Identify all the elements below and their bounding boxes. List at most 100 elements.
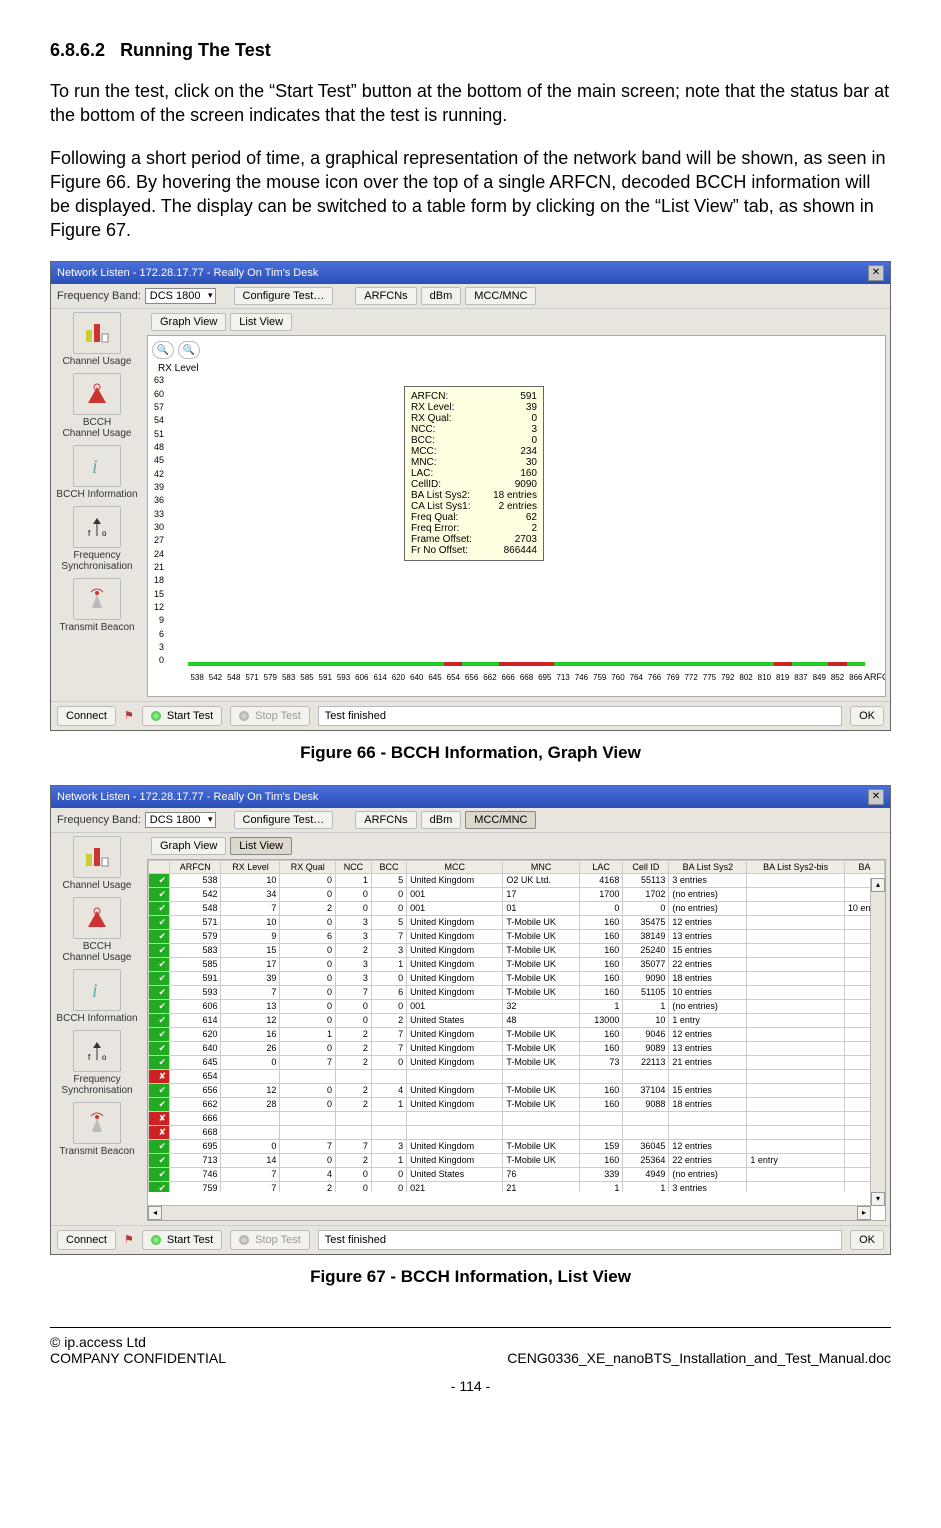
table-row[interactable]: ✔61412002United States4813000101 entry	[149, 1013, 885, 1027]
sidebar-item-channel-usage[interactable]: Channel Usage	[53, 836, 141, 891]
sidebar-item-bcch-information[interactable]: iBCCH Information	[53, 445, 141, 500]
x-label: 810	[755, 673, 773, 682]
table-row[interactable]: ✔7467400United States763394949(no entrie…	[149, 1167, 885, 1181]
column-header[interactable]	[149, 860, 170, 873]
arfcns-button[interactable]: ARFCNs	[355, 811, 416, 829]
sidebar-item-transmit-beacon[interactable]: Transmit Beacon	[53, 1102, 141, 1157]
table-row[interactable]: ✔6950773United KingdomT-Mobile UK1593604…	[149, 1139, 885, 1153]
tab-graph-view[interactable]: Graph View	[151, 313, 226, 331]
column-header[interactable]: BCC	[371, 860, 406, 873]
column-header[interactable]: BA List Sys2-bis	[747, 860, 845, 873]
zoom-out-icon[interactable]: 🔍	[178, 341, 200, 359]
mcc-mnc-button[interactable]: MCC/MNC	[465, 811, 536, 829]
toolbar: Frequency Band: DCS 1800 Configure Test……	[51, 808, 890, 833]
start-test-button[interactable]: Start Test	[142, 1230, 222, 1250]
x-label: 614	[371, 673, 389, 682]
y-tick: 60	[154, 389, 164, 399]
table-row[interactable]: ✔59139030United KingdomT-Mobile UK160909…	[149, 971, 885, 985]
connect-button[interactable]: Connect	[57, 1230, 116, 1250]
vertical-scrollbar[interactable]: ▴ ▾	[870, 878, 885, 1206]
zoom-in-icon[interactable]: 🔍	[152, 341, 174, 359]
sidebar-item-frequency-sync[interactable]: foFrequencySynchronisation	[53, 1030, 141, 1096]
column-header[interactable]: MCC	[407, 860, 503, 873]
arfcns-button[interactable]: ARFCNs	[355, 287, 416, 305]
tab-list-view[interactable]: List View	[230, 313, 292, 331]
table-row[interactable]: ✔57110035United KingdomT-Mobile UK160354…	[149, 915, 885, 929]
stop-test-button[interactable]: Stop Test	[230, 706, 310, 726]
table-row[interactable]: ✔62016127United KingdomT-Mobile UK160904…	[149, 1027, 885, 1041]
scroll-up-icon[interactable]: ▴	[871, 878, 885, 892]
column-header[interactable]: BA	[844, 860, 884, 873]
column-header[interactable]: RX Level	[221, 860, 280, 873]
tab-list-view[interactable]: List View	[230, 837, 292, 855]
x-label: 656	[462, 673, 480, 682]
start-test-button[interactable]: Start Test	[142, 706, 222, 726]
close-icon[interactable]: ✕	[868, 789, 884, 805]
sidebar-item-channel-usage[interactable]: Channel Usage	[53, 312, 141, 367]
bcch-information-icon: i	[73, 969, 121, 1011]
sidebar-item-transmit-beacon[interactable]: Transmit Beacon	[53, 578, 141, 633]
x-label: 764	[627, 673, 645, 682]
column-header[interactable]: ARFCN	[170, 860, 221, 873]
table-row[interactable]: ✔58517031United KingdomT-Mobile UK160350…	[149, 957, 885, 971]
table-row[interactable]: ✔606130000013211(no entries)	[149, 999, 885, 1013]
scroll-right-icon[interactable]: ▸	[857, 1206, 871, 1220]
table-row[interactable]: ✔54872000010100(no entries)10 en	[149, 901, 885, 915]
column-header[interactable]: Cell ID	[623, 860, 669, 873]
row-status-icon: ✘	[149, 1125, 170, 1139]
ok-button[interactable]: OK	[850, 706, 884, 726]
column-header[interactable]: BA List Sys2	[669, 860, 747, 873]
x-label: 548	[225, 673, 243, 682]
ok-button[interactable]: OK	[850, 1230, 884, 1250]
sidebar-item-bcch-channel-usage[interactable]: BCCHChannel Usage	[53, 373, 141, 439]
column-header[interactable]: NCC	[336, 860, 372, 873]
table-row[interactable]: ✔66228021United KingdomT-Mobile UK160908…	[149, 1097, 885, 1111]
row-status-icon: ✔	[149, 971, 170, 985]
configure-button[interactable]: Configure Test…	[234, 287, 334, 305]
column-header[interactable]: LAC	[579, 860, 622, 873]
horizontal-scrollbar[interactable]: ◂ ▸	[148, 1205, 871, 1220]
sidebar: Channel Usage BCCHChannel Usage iBCCH Info…	[51, 309, 143, 701]
table-row[interactable]: ✘654	[149, 1069, 885, 1083]
dbm-button[interactable]: dBm	[421, 811, 462, 829]
column-header[interactable]: RX Qual	[280, 860, 336, 873]
table-row[interactable]: ✔65612024United KingdomT-Mobile UK160371…	[149, 1083, 885, 1097]
dbm-button[interactable]: dBm	[421, 287, 462, 305]
x-label: 571	[243, 673, 261, 682]
x-label: 668	[517, 673, 535, 682]
table-row[interactable]: ✘666	[149, 1111, 885, 1125]
table-row[interactable]: ✔5799637United KingdomT-Mobile UK1603814…	[149, 929, 885, 943]
table-row[interactable]: ✔53810015United KingdomO2 UK Ltd.4168551…	[149, 873, 885, 887]
table-row[interactable]: ✔759720002121113 entries	[149, 1181, 885, 1192]
sidebar-item-label: Transmit Beacon	[53, 1146, 141, 1157]
table-row[interactable]: ✔5937076United KingdomT-Mobile UK1605110…	[149, 985, 885, 999]
x-label: 593	[334, 673, 352, 682]
sidebar-item-frequency-sync[interactable]: foFrequencySynchronisation	[53, 506, 141, 572]
freq-band-select[interactable]: DCS 1800	[145, 288, 216, 304]
configure-button[interactable]: Configure Test…	[234, 811, 334, 829]
toolbar: Frequency Band: DCS 1800 Configure Test……	[51, 284, 890, 309]
tab-graph-view[interactable]: Graph View	[151, 837, 226, 855]
freq-band-select[interactable]: DCS 1800	[145, 812, 216, 828]
section-heading: 6.8.6.2 Running The Test	[50, 40, 891, 61]
table-row[interactable]: ✔64026027United KingdomT-Mobile UK160908…	[149, 1041, 885, 1055]
window-title: Network Listen - 172.28.17.77 - Really O…	[57, 791, 318, 803]
sidebar-item-bcch-information[interactable]: iBCCH Information	[53, 969, 141, 1024]
y-tick: 45	[154, 455, 164, 465]
table-row[interactable]: ✘668	[149, 1125, 885, 1139]
connect-button[interactable]: Connect	[57, 706, 116, 726]
y-tick: 63	[154, 375, 164, 385]
bcch-channel-usage-icon	[73, 373, 121, 415]
stop-test-button[interactable]: Stop Test	[230, 1230, 310, 1250]
table-row[interactable]: ✔58315023United KingdomT-Mobile UK160252…	[149, 943, 885, 957]
column-header[interactable]: MNC	[503, 860, 580, 873]
scroll-left-icon[interactable]: ◂	[148, 1206, 162, 1220]
table-row[interactable]: ✔542340000011717001702(no entries)	[149, 887, 885, 901]
mcc-mnc-button[interactable]: MCC/MNC	[465, 287, 536, 305]
close-icon[interactable]: ✕	[868, 265, 884, 281]
scroll-down-icon[interactable]: ▾	[871, 1192, 885, 1206]
svg-text:f: f	[88, 1053, 91, 1062]
table-row[interactable]: ✔6450720United KingdomT-Mobile UK7322113…	[149, 1055, 885, 1069]
sidebar-item-bcch-channel-usage[interactable]: BCCHChannel Usage	[53, 897, 141, 963]
table-row[interactable]: ✔71314021United KingdomT-Mobile UK160253…	[149, 1153, 885, 1167]
